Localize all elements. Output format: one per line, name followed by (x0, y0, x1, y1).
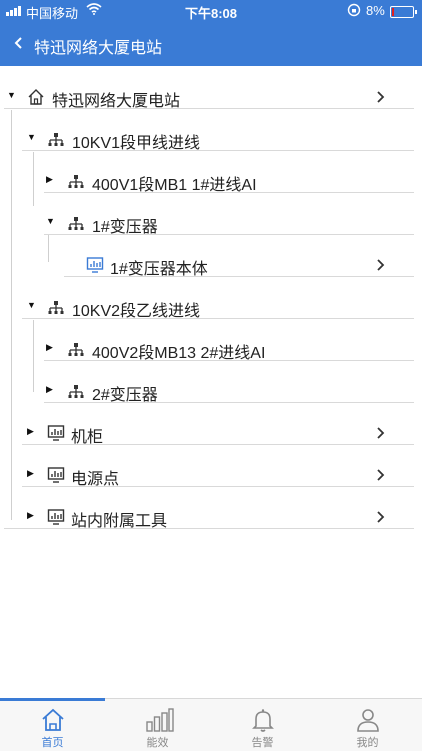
collapsed-triangle-icon[interactable]: ▶ (46, 174, 53, 185)
tab-efficiency[interactable]: 能效 (105, 699, 210, 751)
hierarchy-icon (48, 301, 64, 314)
collapsed-triangle-icon[interactable]: ▶ (27, 510, 34, 521)
tab-label: 首页 (41, 737, 64, 749)
collapsed-triangle-icon[interactable]: ▶ (46, 384, 53, 395)
tree-node-label: 1#变压器 (92, 219, 158, 236)
user-icon (357, 709, 379, 732)
expanded-triangle-icon[interactable]: ▼ (46, 216, 55, 226)
bell-icon (252, 709, 274, 732)
tab-label: 告警 (251, 737, 274, 749)
tree-node-tools[interactable]: ▶ 站内附属工具 (0, 496, 422, 538)
chevron-right-icon[interactable] (374, 89, 388, 105)
tree-node-transformer1[interactable]: ▼ 1#变压器 (0, 202, 422, 244)
tree-node-label: 1#变压器本体 (110, 261, 208, 278)
nav-bar: 特迅网络大厦电站 (0, 22, 422, 66)
tree-node-label: 特迅网络大厦电站 (52, 93, 181, 110)
tree-node-label: 电源点 (71, 471, 120, 488)
chevron-right-icon[interactable] (374, 257, 388, 273)
rotation-lock-icon (347, 3, 361, 20)
monitor-chart-icon (47, 467, 65, 483)
chevron-right-icon[interactable] (374, 425, 388, 441)
hierarchy-icon (68, 217, 84, 230)
tree-node-transformer2[interactable]: ▶ 2#变压器 (0, 370, 422, 412)
chevron-right-icon[interactable] (374, 467, 388, 483)
collapsed-triangle-icon[interactable]: ▶ (46, 342, 53, 353)
home-icon (42, 708, 64, 731)
battery-percent: 8% (366, 3, 385, 18)
tree-node-power-point[interactable]: ▶ 电源点 (0, 454, 422, 496)
collapsed-triangle-icon[interactable]: ▶ (27, 426, 34, 437)
tree-node-label: 10KV2段乙线进线 (72, 303, 201, 320)
back-button[interactable] (10, 30, 30, 56)
hierarchy-icon (48, 133, 64, 146)
tab-label: 我的 (356, 737, 379, 749)
tree-node-line1-child1[interactable]: ▶ 400V1段MB1 1#进线AI (0, 160, 422, 202)
tab-label: 能效 (146, 737, 169, 749)
tree-node-label: 机柜 (71, 429, 104, 446)
tree-node-line2-child1[interactable]: ▶ 400V2段MB13 2#进线AI (0, 328, 422, 370)
tree-node-label: 400V2段MB13 2#进线AI (92, 345, 266, 362)
home-icon (28, 89, 44, 105)
monitor-chart-icon (47, 509, 65, 525)
battery-level-fill (392, 8, 394, 16)
expanded-triangle-icon[interactable]: ▼ (7, 90, 16, 100)
expanded-triangle-icon[interactable]: ▼ (27, 300, 36, 310)
chevron-left-icon (14, 37, 22, 49)
tree-node-label: 2#变压器 (92, 387, 158, 404)
tab-home[interactable]: 首页 (0, 699, 105, 751)
hierarchy-icon (68, 385, 84, 398)
expanded-triangle-icon[interactable]: ▼ (27, 132, 36, 142)
tab-bar: 首页 能效 告警 我的 (0, 698, 422, 751)
tree-node-label: 400V1段MB1 1#进线AI (92, 177, 257, 194)
status-bar: 中国移动 下午8:08 8% (0, 0, 422, 22)
monitor-chart-icon (86, 257, 104, 273)
tree-node-label: 站内附属工具 (71, 513, 168, 530)
tree-node-transformer1-body[interactable]: 1#变压器本体 (0, 244, 422, 286)
hierarchy-icon (68, 343, 84, 356)
tab-alarm[interactable]: 告警 (210, 699, 315, 751)
tab-mine[interactable]: 我的 (315, 699, 420, 751)
page-title: 特迅网络大厦电站 (34, 40, 163, 57)
tree-node-label: 10KV1段甲线进线 (72, 135, 201, 152)
battery-icon (390, 6, 417, 18)
tree-node-cabinet[interactable]: ▶ 机柜 (0, 412, 422, 454)
chevron-right-icon[interactable] (374, 509, 388, 525)
hierarchy-icon (68, 175, 84, 188)
collapsed-triangle-icon[interactable]: ▶ (27, 468, 34, 479)
tree-node-root[interactable]: ▼ 特迅网络大厦电站 (0, 76, 422, 118)
monitor-chart-icon (47, 425, 65, 441)
tree-node-line1[interactable]: ▼ 10KV1段甲线进线 (0, 118, 422, 160)
tree-node-line2[interactable]: ▼ 10KV2段乙线进线 (0, 286, 422, 328)
bar-chart-icon (146, 708, 174, 732)
